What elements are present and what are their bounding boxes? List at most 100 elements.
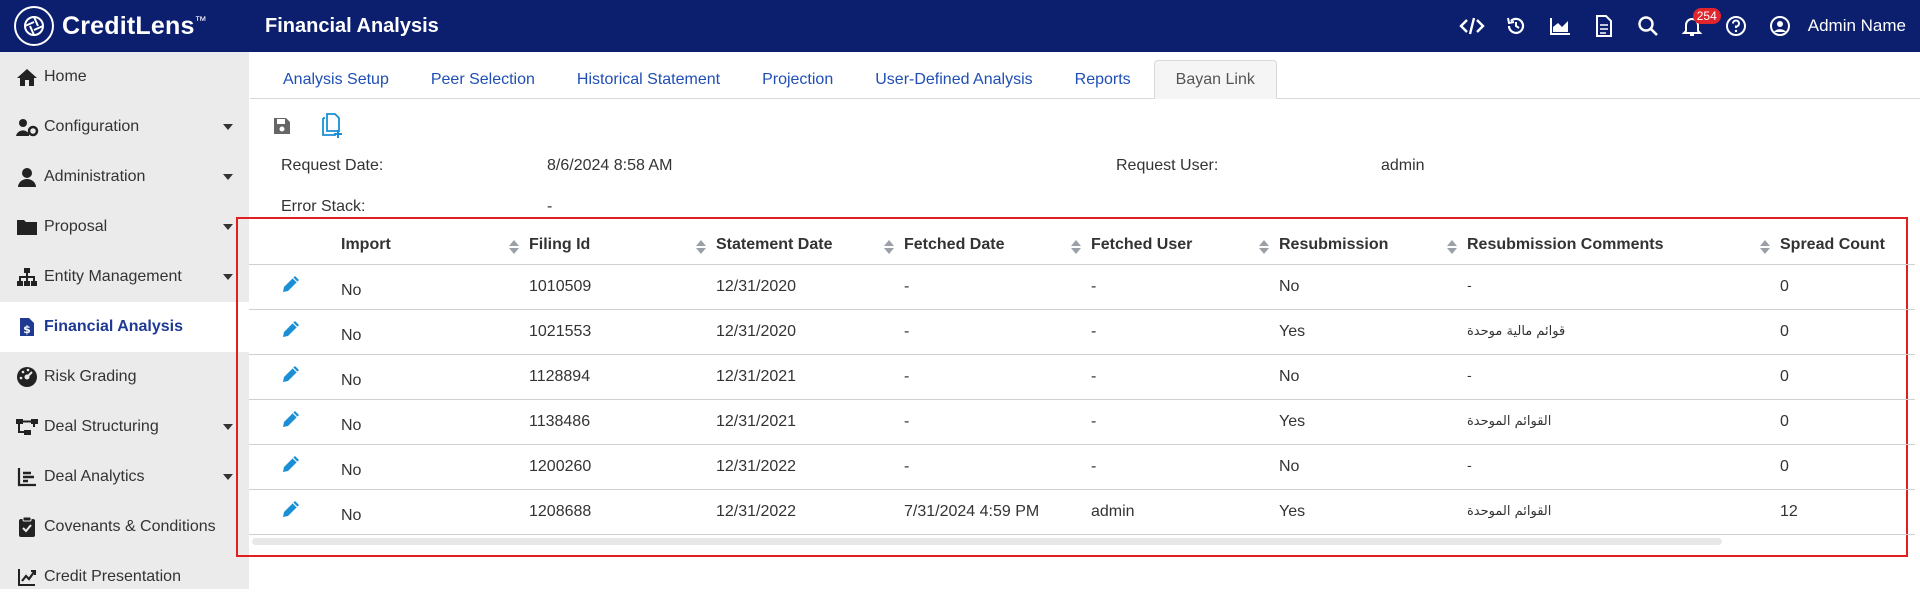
- cell-fetched-user: -: [1091, 444, 1279, 490]
- user-icon[interactable]: [1758, 0, 1802, 52]
- clipboard-check-icon: [14, 516, 40, 538]
- user-icon: [14, 166, 40, 188]
- column-header-fetched-date[interactable]: Fetched Date: [904, 226, 1091, 265]
- tab-bar: Analysis Setup Peer Selection Historical…: [250, 60, 1920, 99]
- edit-pencil-icon[interactable]: [281, 274, 301, 299]
- cell-statement-date: 12/31/2022: [716, 489, 904, 535]
- cell-resubmission: Yes: [1279, 309, 1467, 355]
- dollar-document-icon: $: [14, 316, 40, 338]
- sort-icon[interactable]: [509, 240, 519, 254]
- cell-statement-date: 12/31/2020: [716, 309, 904, 355]
- structure-icon: [14, 416, 40, 438]
- presentation-icon: [14, 566, 40, 588]
- tab-reports[interactable]: Reports: [1054, 60, 1152, 99]
- cell-filing-id: 1010509: [529, 264, 716, 310]
- column-header-edit: [249, 226, 341, 265]
- page-title: Financial Analysis: [265, 14, 439, 37]
- table-row: No 1200260 12/31/2022- - No -0: [249, 444, 1915, 490]
- copy-add-icon[interactable]: [318, 112, 346, 140]
- sort-icon[interactable]: [1259, 240, 1269, 254]
- sort-icon[interactable]: [1760, 240, 1770, 254]
- cell-fetched-date: -: [904, 309, 1091, 355]
- sidebar-item-proposal[interactable]: Proposal: [0, 202, 249, 252]
- history-icon[interactable]: [1494, 0, 1538, 52]
- sidebar-item-credit-presentation[interactable]: Credit Presentation: [0, 552, 249, 602]
- cell-spread-count: 0: [1780, 264, 1915, 310]
- chevron-down-icon[interactable]: [223, 274, 233, 280]
- column-header-fetched-user[interactable]: Fetched User: [1091, 226, 1279, 265]
- chart-icon[interactable]: [1538, 0, 1582, 52]
- cell-spread-count: 0: [1780, 309, 1915, 355]
- cell-resubmission: Yes: [1279, 399, 1467, 445]
- tab-historical-statement[interactable]: Historical Statement: [556, 60, 741, 99]
- tab-peer-selection[interactable]: Peer Selection: [410, 60, 556, 99]
- horizontal-scrollbar[interactable]: [252, 538, 1722, 545]
- svg-text:$: $: [23, 323, 31, 336]
- bell-icon[interactable]: 254: [1670, 0, 1721, 52]
- sidebar-item-covenants-conditions[interactable]: Covenants & Conditions: [0, 502, 249, 552]
- cell-filing-id: 1128894: [529, 354, 716, 400]
- sidebar-item-administration[interactable]: Administration: [0, 152, 249, 202]
- search-icon[interactable]: [1626, 0, 1670, 52]
- sidebar-item-deal-structuring[interactable]: Deal Structuring: [0, 402, 249, 452]
- edit-cell: [249, 444, 341, 490]
- cell-spread-count: 0: [1780, 354, 1915, 400]
- cell-resubmission: No: [1279, 264, 1467, 310]
- cell-fetched-date: -: [904, 444, 1091, 490]
- edit-pencil-icon[interactable]: [281, 364, 301, 389]
- edit-pencil-icon[interactable]: [281, 409, 301, 434]
- sidebar-item-configuration[interactable]: Configuration: [0, 102, 249, 152]
- sidebar-item-label: Deal Structuring: [44, 418, 159, 435]
- sidebar-item-home[interactable]: Home: [0, 52, 249, 102]
- sidebar-item-deal-analytics[interactable]: Deal Analytics: [0, 452, 249, 502]
- edit-pencil-icon[interactable]: [281, 319, 301, 344]
- save-icon[interactable]: [268, 112, 296, 140]
- cell-resubmission-comments: -: [1467, 264, 1780, 310]
- cell-resubmission-comments: -: [1467, 354, 1780, 400]
- tab-bayan-link[interactable]: Bayan Link: [1153, 60, 1277, 99]
- column-header-resubmission-comments[interactable]: Resubmission Comments: [1467, 226, 1780, 265]
- table-row: No 1128894 12/31/2021- - No -0: [249, 354, 1915, 400]
- cell-import: No: [341, 264, 529, 310]
- sidebar-item-financial-analysis[interactable]: $ Financial Analysis: [0, 302, 249, 352]
- chevron-down-icon[interactable]: [223, 424, 233, 430]
- chevron-down-icon[interactable]: [223, 124, 233, 130]
- code-icon[interactable]: [1450, 0, 1494, 52]
- request-date-label: Request Date:: [281, 157, 384, 174]
- document-icon[interactable]: [1582, 0, 1626, 52]
- sidebar-item-label: Administration: [44, 168, 146, 185]
- cell-fetched-user: -: [1091, 399, 1279, 445]
- column-header-resubmission[interactable]: Resubmission: [1279, 226, 1467, 265]
- brand[interactable]: CreditLens™: [0, 0, 249, 52]
- column-header-spread-count[interactable]: Spread Count: [1780, 226, 1915, 265]
- tab-user-defined-analysis[interactable]: User-Defined Analysis: [854, 60, 1053, 99]
- tab-analysis-setup[interactable]: Analysis Setup: [250, 60, 410, 99]
- sort-icon[interactable]: [696, 240, 706, 254]
- edit-cell: [249, 264, 341, 310]
- column-header-statement-date[interactable]: Statement Date: [716, 226, 904, 265]
- column-header-import[interactable]: Import: [341, 226, 529, 265]
- user-name[interactable]: Admin Name: [1808, 16, 1906, 36]
- sidebar-item-risk-grading[interactable]: Risk Grading: [0, 352, 249, 402]
- column-header-filing-id[interactable]: Filing Id: [529, 226, 716, 265]
- cell-fetched-date: -: [904, 264, 1091, 310]
- sort-icon[interactable]: [1071, 240, 1081, 254]
- chevron-down-icon[interactable]: [223, 174, 233, 180]
- tab-projection[interactable]: Projection: [741, 60, 854, 99]
- folder-icon: [14, 216, 40, 238]
- gauge-icon: [14, 366, 40, 388]
- sort-icon[interactable]: [884, 240, 894, 254]
- sidebar: Home Configuration Administration Propos…: [0, 52, 249, 589]
- edit-pencil-icon[interactable]: [281, 454, 301, 479]
- help-icon[interactable]: [1714, 0, 1758, 52]
- chevron-down-icon[interactable]: [223, 224, 233, 230]
- chevron-down-icon[interactable]: [223, 474, 233, 480]
- cell-resubmission-comments: -: [1467, 444, 1780, 490]
- sidebar-item-entity-management[interactable]: Entity Management: [0, 252, 249, 302]
- table-row: No 1021553 12/31/2020- - Yes قوائم مالية موحد…: [249, 309, 1915, 355]
- cell-resubmission-comments: قوائم مالية موحدة: [1467, 309, 1780, 355]
- edit-pencil-icon[interactable]: [281, 499, 301, 524]
- sort-icon[interactable]: [1447, 240, 1457, 254]
- cell-statement-date: 12/31/2022: [716, 444, 904, 490]
- error-stack-value: -: [547, 198, 553, 215]
